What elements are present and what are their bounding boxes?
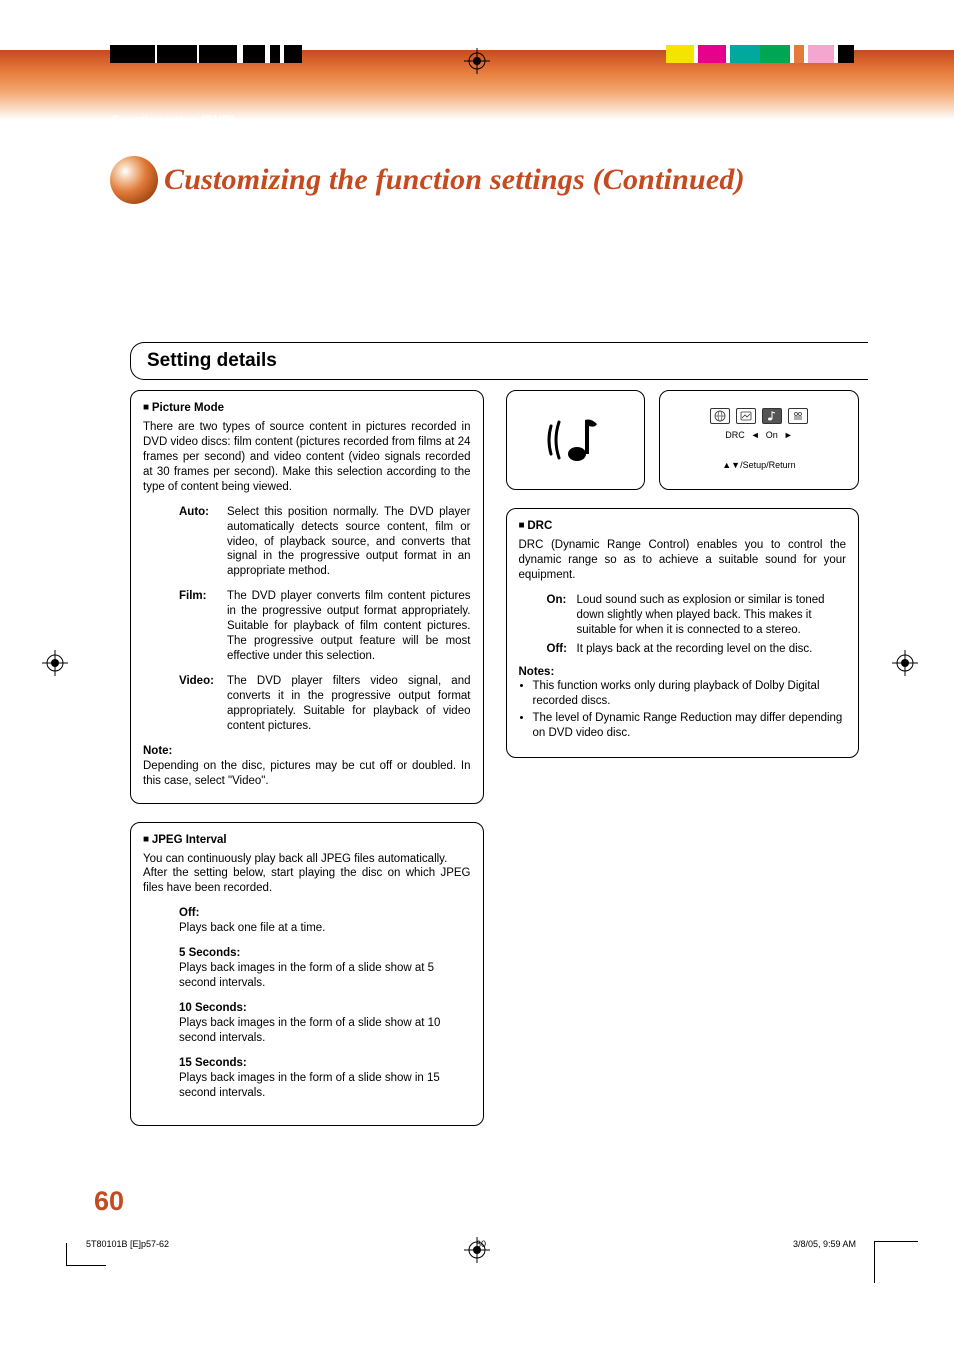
option-label: Off: <box>547 642 577 657</box>
drc-option-off: Off: It plays back at the recording leve… <box>547 642 847 657</box>
option-film: Film: The DVD player converts film conte… <box>179 589 471 664</box>
drc-heading: DRC <box>519 519 847 534</box>
option-label: 15 Seconds: <box>179 1056 471 1071</box>
option-body: The DVD player converts film content pic… <box>227 589 471 664</box>
jpeg-option-10s: 10 Seconds: Plays back images in the for… <box>179 1001 471 1046</box>
picture-mode-heading: Picture Mode <box>143 401 471 416</box>
osd-return-hint: ▲▼/Setup/Return <box>668 460 850 472</box>
jpeg-intro-2: After the setting below, start playing t… <box>143 866 471 896</box>
option-video: Video: The DVD player filters video sign… <box>179 674 471 734</box>
note-body: Depending on the disc, pictures may be c… <box>143 759 471 789</box>
option-label: On: <box>547 593 577 638</box>
note-item: This function works only during playback… <box>533 679 847 709</box>
footer: 5T80101B [E]p57-62 60 3/8/05, 9:59 AM <box>86 1239 856 1249</box>
registration-mark-right <box>892 650 918 676</box>
osd-setting-label: DRC <box>725 430 745 442</box>
left-column: Picture Mode There are two types of sour… <box>130 390 484 1144</box>
option-label: Film: <box>179 589 227 664</box>
option-label: Video: <box>179 674 227 734</box>
option-body: The DVD player filters video signal, and… <box>227 674 471 734</box>
drc-notes-list: This function works only during playback… <box>519 679 847 741</box>
option-body: It plays back at the recording level on … <box>577 642 847 657</box>
picture-mode-intro: There are two types of source content in… <box>143 420 471 495</box>
footer-page: 60 <box>476 1239 486 1249</box>
option-body: Loud sound such as explosion or similar … <box>577 593 847 638</box>
right-column: DRC ◄ On ► ▲▼/Setup/Return DRC DRC (Dyna… <box>506 390 860 1144</box>
content-area: Picture Mode There are two types of sour… <box>130 390 859 1144</box>
note-heading: Note: <box>143 744 471 759</box>
option-body: Plays back one file at a time. <box>179 921 471 936</box>
osd-setting-value: On <box>766 430 778 442</box>
osd-tab-icons <box>668 408 850 424</box>
drc-panel: DRC DRC (Dynamic Range Control) enables … <box>506 508 860 758</box>
page-number: 60 <box>94 1186 124 1217</box>
disc-note-icon <box>545 412 605 468</box>
footer-timestamp: 3/8/05, 9:59 AM <box>793 1239 856 1249</box>
jpeg-options: Off: Plays back one file at a time. 5 Se… <box>179 906 471 1100</box>
crop-mark-bottom-left <box>44 1243 84 1283</box>
registration-mark-left <box>42 650 68 676</box>
jpeg-intro-1: You can continuously play back all JPEG … <box>143 852 471 867</box>
page-title: Customizing the function settings (Conti… <box>164 163 745 197</box>
globe-icon <box>710 408 730 424</box>
section-heading: Setting details <box>130 342 868 380</box>
option-body: Plays back images in the form of a slide… <box>179 961 471 991</box>
osd-screenshot-row: DRC ◄ On ► ▲▼/Setup/Return <box>506 390 860 490</box>
breadcrumb: Function setup (DVD) <box>112 113 235 127</box>
audio-icon <box>762 408 782 424</box>
crop-mark-bottom-right <box>874 1241 918 1283</box>
picture-mode-options: Auto: Select this position normally. The… <box>179 505 471 734</box>
option-label: 10 Seconds: <box>179 1001 471 1016</box>
notes-heading: Notes: <box>519 665 847 680</box>
drc-option-on: On: Loud sound such as explosion or simi… <box>547 593 847 638</box>
decorative-sphere-icon <box>110 156 158 204</box>
jpeg-interval-panel: JPEG Interval You can continuously play … <box>130 822 484 1126</box>
osd-menu-box: DRC ◄ On ► ▲▼/Setup/Return <box>659 390 859 490</box>
parental-icon <box>788 408 808 424</box>
drc-intro: DRC (Dynamic Range Control) enables you … <box>519 538 847 583</box>
registration-mark-top <box>464 48 490 74</box>
left-arrow-icon: ◄ <box>751 430 760 442</box>
option-body: Select this position normally. The DVD p… <box>227 505 471 580</box>
option-label: Off: <box>179 906 471 921</box>
picture-mode-panel: Picture Mode There are two types of sour… <box>130 390 484 804</box>
option-auto: Auto: Select this position normally. The… <box>179 505 471 580</box>
note-item: The level of Dynamic Range Reduction may… <box>533 711 847 741</box>
disc-icon-box <box>506 390 645 490</box>
drc-options: On: Loud sound such as explosion or simi… <box>547 593 847 657</box>
footer-file: 5T80101B [E]p57-62 <box>86 1239 169 1249</box>
jpeg-option-15s: 15 Seconds: Plays back images in the for… <box>179 1056 471 1101</box>
print-color-bar-right <box>666 45 854 63</box>
right-arrow-icon: ► <box>784 430 793 442</box>
picture-icon <box>736 408 756 424</box>
option-label: Auto: <box>179 505 227 580</box>
jpeg-option-off: Off: Plays back one file at a time. <box>179 906 471 936</box>
option-body: Plays back images in the form of a slide… <box>179 1071 471 1101</box>
print-color-bar-left <box>110 45 302 63</box>
jpeg-option-5s: 5 Seconds: Plays back images in the form… <box>179 946 471 991</box>
option-label: 5 Seconds: <box>179 946 471 961</box>
jpeg-heading: JPEG Interval <box>143 833 471 848</box>
option-body: Plays back images in the form of a slide… <box>179 1016 471 1046</box>
